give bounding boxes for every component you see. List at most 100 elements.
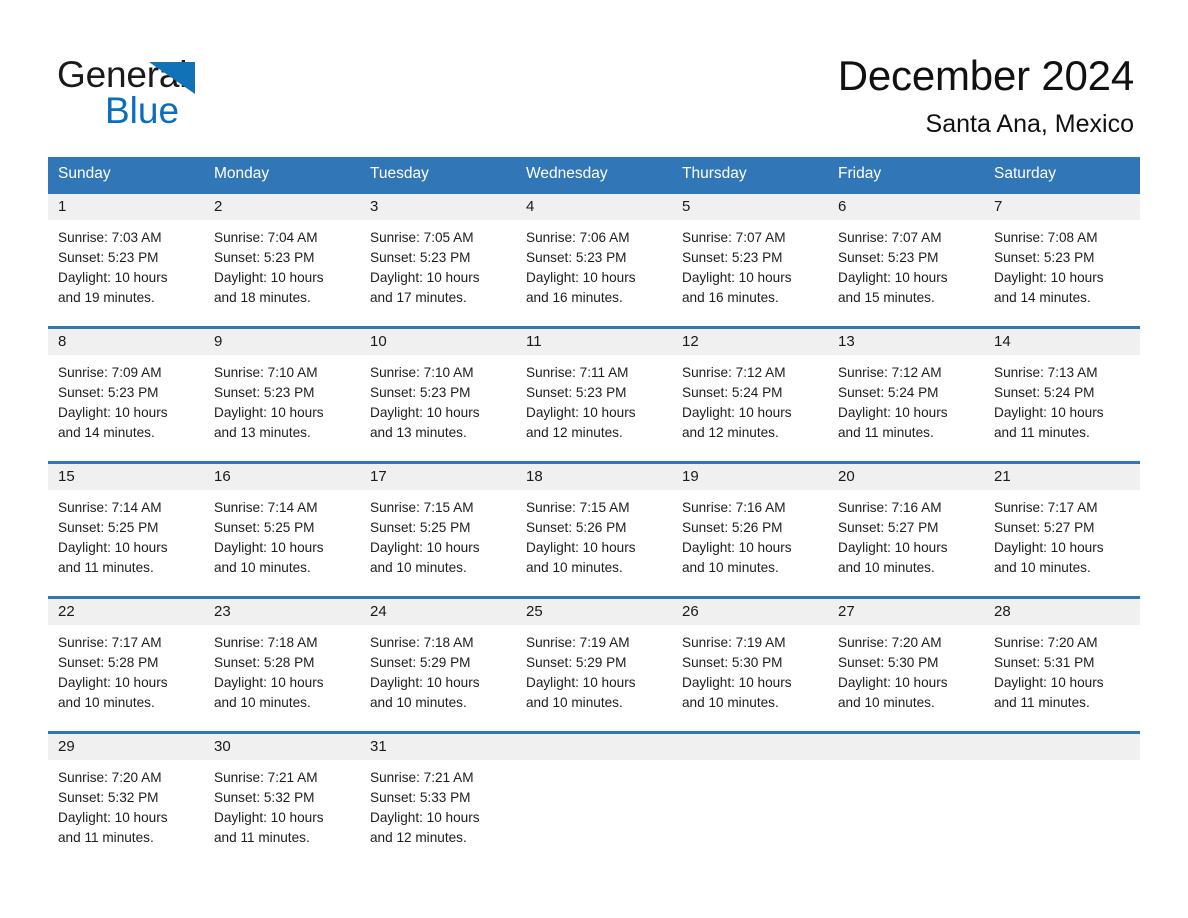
- day-details: Sunrise: 7:03 AM Sunset: 5:23 PM Daylight:…: [48, 220, 204, 308]
- sunrise-text: Sunrise: 7:16 AM: [838, 500, 942, 515]
- daylight-text-line1: Daylight: 10 hours: [838, 675, 948, 690]
- day-details: Sunrise: 7:14 AM Sunset: 5:25 PM Daylight:…: [48, 490, 204, 578]
- day-cell[interactable]: 14 Sunrise: 7:13 AM Sunset: 5:24 PM Dayligh…: [984, 326, 1140, 463]
- day-cell[interactable]: 19 Sunrise: 7:16 AM Sunset: 5:26 PM Dayligh…: [672, 461, 828, 598]
- day-cell[interactable]: 7 Sunrise: 7:08 AM Sunset: 5:23 PM Daylight…: [984, 191, 1140, 328]
- day-cell[interactable]: 9 Sunrise: 7:10 AM Sunset: 5:23 PM Daylight…: [204, 326, 360, 463]
- day-cell[interactable]: 20 Sunrise: 7:16 AM Sunset: 5:27 PM Dayligh…: [828, 461, 984, 598]
- day-cell[interactable]: 29 Sunrise: 7:20 AM Sunset: 5:32 PM Dayligh…: [48, 731, 204, 866]
- sunrise-text: Sunrise: 7:19 AM: [526, 635, 630, 650]
- sunrise-text: Sunrise: 7:17 AM: [58, 635, 162, 650]
- day-cell[interactable]: 11 Sunrise: 7:11 AM Sunset: 5:23 PM Dayligh…: [516, 326, 672, 463]
- day-cell[interactable]: 17 Sunrise: 7:15 AM Sunset: 5:25 PM Dayligh…: [360, 461, 516, 598]
- day-number: 12: [672, 329, 828, 355]
- daylight-text-line2: and 19 minutes.: [58, 290, 155, 305]
- daylight-text-line1: Daylight: 10 hours: [214, 405, 324, 420]
- day-details: Sunrise: 7:07 AM Sunset: 5:23 PM Daylight:…: [828, 220, 984, 308]
- weekday-header-monday: Monday: [204, 157, 360, 193]
- sunset-text: Sunset: 5:31 PM: [994, 655, 1095, 670]
- day-details: Sunrise: 7:20 AM Sunset: 5:32 PM Daylight:…: [48, 760, 204, 848]
- day-details: Sunrise: 7:21 AM Sunset: 5:33 PM Daylight:…: [360, 760, 516, 848]
- daylight-text-line2: and 12 minutes.: [682, 425, 779, 440]
- sunset-text: Sunset: 5:26 PM: [526, 520, 627, 535]
- sunrise-text: Sunrise: 7:10 AM: [214, 365, 318, 380]
- calendar-body: 1 Sunrise: 7:03 AM Sunset: 5:23 PM Daylight…: [48, 191, 1140, 866]
- weekday-header-thursday: Thursday: [672, 157, 828, 193]
- sunset-text: Sunset: 5:33 PM: [370, 790, 471, 805]
- day-details: Sunrise: 7:19 AM Sunset: 5:30 PM Daylight:…: [672, 625, 828, 713]
- sunrise-text: Sunrise: 7:11 AM: [526, 365, 629, 380]
- day-cell[interactable]: 27 Sunrise: 7:20 AM Sunset: 5:30 PM Dayligh…: [828, 596, 984, 733]
- day-cell[interactable]: 13 Sunrise: 7:12 AM Sunset: 5:24 PM Dayligh…: [828, 326, 984, 463]
- day-number: 18: [516, 464, 672, 490]
- day-cell[interactable]: 5 Sunrise: 7:07 AM Sunset: 5:23 PM Daylight…: [672, 191, 828, 328]
- day-details: Sunrise: 7:19 AM Sunset: 5:29 PM Daylight:…: [516, 625, 672, 713]
- day-cell[interactable]: 6 Sunrise: 7:07 AM Sunset: 5:23 PM Daylight…: [828, 191, 984, 328]
- daylight-text-line2: and 10 minutes.: [682, 695, 779, 710]
- sunrise-text: Sunrise: 7:08 AM: [994, 230, 1098, 245]
- generalblue-logo[interactable]: General Blue: [57, 55, 317, 133]
- sunset-text: Sunset: 5:23 PM: [526, 250, 627, 265]
- day-details: Sunrise: 7:10 AM Sunset: 5:23 PM Daylight:…: [360, 355, 516, 443]
- day-cell[interactable]: 22 Sunrise: 7:17 AM Sunset: 5:28 PM Dayligh…: [48, 596, 204, 733]
- day-number: 7: [984, 194, 1140, 220]
- day-number: [672, 734, 828, 760]
- daylight-text-line1: Daylight: 10 hours: [526, 405, 636, 420]
- sunrise-text: Sunrise: 7:20 AM: [838, 635, 942, 650]
- day-cell[interactable]: 28 Sunrise: 7:20 AM Sunset: 5:31 PM Dayligh…: [984, 596, 1140, 733]
- daylight-text-line2: and 11 minutes.: [994, 695, 1090, 710]
- calendar-week-row: 8 Sunrise: 7:09 AM Sunset: 5:23 PM Daylight…: [48, 326, 1140, 463]
- day-cell[interactable]: 31 Sunrise: 7:21 AM Sunset: 5:33 PM Dayligh…: [360, 731, 516, 866]
- sunrise-sunset-calendar: Sunday Monday Tuesday Wednesday Thursday…: [48, 157, 1140, 866]
- sunrise-text: Sunrise: 7:14 AM: [58, 500, 162, 515]
- day-cell[interactable]: 21 Sunrise: 7:17 AM Sunset: 5:27 PM Dayligh…: [984, 461, 1140, 598]
- sunset-text: Sunset: 5:25 PM: [370, 520, 471, 535]
- day-number: 19: [672, 464, 828, 490]
- day-cell[interactable]: 23 Sunrise: 7:18 AM Sunset: 5:28 PM Dayligh…: [204, 596, 360, 733]
- day-cell[interactable]: 24 Sunrise: 7:18 AM Sunset: 5:29 PM Dayligh…: [360, 596, 516, 733]
- day-number: 24: [360, 599, 516, 625]
- day-cell[interactable]: 4 Sunrise: 7:06 AM Sunset: 5:23 PM Daylight…: [516, 191, 672, 328]
- daylight-text-line2: and 12 minutes.: [370, 830, 467, 845]
- daylight-text-line2: and 10 minutes.: [526, 695, 623, 710]
- day-cell[interactable]: 18 Sunrise: 7:15 AM Sunset: 5:26 PM Dayligh…: [516, 461, 672, 598]
- day-cell[interactable]: 16 Sunrise: 7:14 AM Sunset: 5:25 PM Dayligh…: [204, 461, 360, 598]
- daylight-text-line2: and 10 minutes.: [994, 560, 1091, 575]
- day-number: 9: [204, 329, 360, 355]
- daylight-text-line1: Daylight: 10 hours: [214, 270, 324, 285]
- daylight-text-line2: and 10 minutes.: [526, 560, 623, 575]
- day-details: [984, 760, 1140, 768]
- sunset-text: Sunset: 5:30 PM: [838, 655, 939, 670]
- sunset-text: Sunset: 5:23 PM: [214, 250, 315, 265]
- day-details: Sunrise: 7:10 AM Sunset: 5:23 PM Daylight:…: [204, 355, 360, 443]
- day-cell[interactable]: 26 Sunrise: 7:19 AM Sunset: 5:30 PM Dayligh…: [672, 596, 828, 733]
- day-cell[interactable]: 2 Sunrise: 7:04 AM Sunset: 5:23 PM Daylight…: [204, 191, 360, 328]
- day-details: Sunrise: 7:06 AM Sunset: 5:23 PM Daylight:…: [516, 220, 672, 308]
- day-details: [516, 760, 672, 768]
- day-details: Sunrise: 7:20 AM Sunset: 5:31 PM Daylight:…: [984, 625, 1140, 713]
- sunset-text: Sunset: 5:28 PM: [214, 655, 315, 670]
- daylight-text-line2: and 17 minutes.: [370, 290, 467, 305]
- sunset-text: Sunset: 5:24 PM: [994, 385, 1095, 400]
- sunset-text: Sunset: 5:24 PM: [682, 385, 783, 400]
- day-cell[interactable]: 8 Sunrise: 7:09 AM Sunset: 5:23 PM Daylight…: [48, 326, 204, 463]
- day-details: [828, 760, 984, 768]
- day-details: Sunrise: 7:11 AM Sunset: 5:23 PM Daylight:…: [516, 355, 672, 443]
- day-details: Sunrise: 7:14 AM Sunset: 5:25 PM Daylight:…: [204, 490, 360, 578]
- sunrise-text: Sunrise: 7:10 AM: [370, 365, 474, 380]
- day-cell[interactable]: 1 Sunrise: 7:03 AM Sunset: 5:23 PM Daylight…: [48, 191, 204, 328]
- daylight-text-line1: Daylight: 10 hours: [58, 270, 168, 285]
- day-number: 26: [672, 599, 828, 625]
- sunrise-text: Sunrise: 7:19 AM: [682, 635, 786, 650]
- day-cell[interactable]: 15 Sunrise: 7:14 AM Sunset: 5:25 PM Dayligh…: [48, 461, 204, 598]
- day-details: Sunrise: 7:18 AM Sunset: 5:29 PM Daylight:…: [360, 625, 516, 713]
- day-cell[interactable]: 10 Sunrise: 7:10 AM Sunset: 5:23 PM Dayligh…: [360, 326, 516, 463]
- day-number: 10: [360, 329, 516, 355]
- day-cell[interactable]: 12 Sunrise: 7:12 AM Sunset: 5:24 PM Dayligh…: [672, 326, 828, 463]
- day-cell[interactable]: 30 Sunrise: 7:21 AM Sunset: 5:32 PM Dayligh…: [204, 731, 360, 866]
- day-cell[interactable]: 3 Sunrise: 7:05 AM Sunset: 5:23 PM Daylight…: [360, 191, 516, 328]
- daylight-text-line1: Daylight: 10 hours: [214, 675, 324, 690]
- day-cell[interactable]: 25 Sunrise: 7:19 AM Sunset: 5:29 PM Dayligh…: [516, 596, 672, 733]
- day-details: Sunrise: 7:05 AM Sunset: 5:23 PM Daylight:…: [360, 220, 516, 308]
- sunrise-text: Sunrise: 7:07 AM: [682, 230, 786, 245]
